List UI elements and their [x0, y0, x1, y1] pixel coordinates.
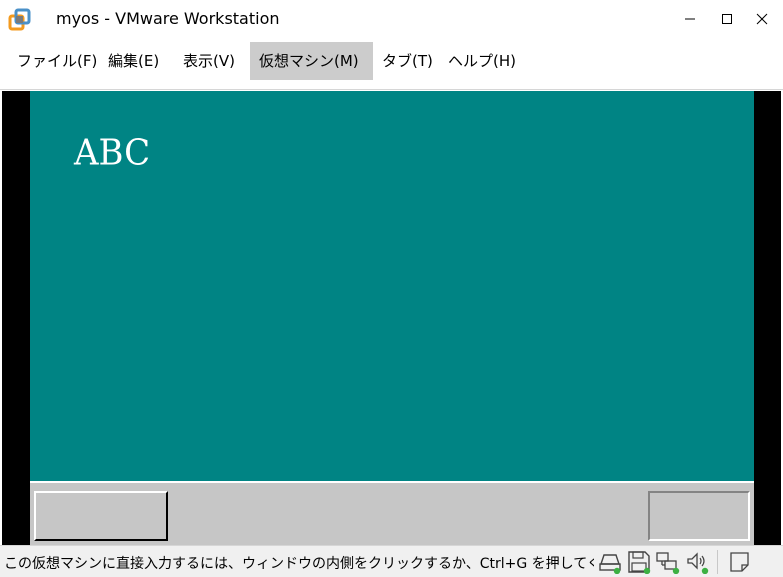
window-title: myos - VMware Workstation: [56, 9, 280, 28]
menu-edit[interactable]: 編集(E): [99, 42, 168, 80]
vm-start-button[interactable]: [34, 491, 168, 541]
close-icon: [756, 13, 768, 25]
menu-bar: ファイル(F) 編集(E) 表示(V) 仮想マシン(M) タブ(T) ヘルプ(H…: [0, 38, 783, 90]
status-separator: [717, 550, 718, 574]
vm-screen-text: ABC: [74, 132, 151, 174]
maximize-icon: [722, 14, 732, 24]
vm-tray-box: [648, 491, 750, 541]
notes-icon[interactable]: [727, 550, 753, 574]
status-message: この仮想マシンに直接入力するには、ウィンドウの内側をクリックするか、Ctrl+G…: [4, 556, 594, 572]
minimize-icon: [685, 18, 695, 20]
vm-desktop[interactable]: ABC: [30, 91, 754, 481]
menu-tab[interactable]: タブ(T): [373, 42, 442, 80]
vm-display[interactable]: ABC: [2, 91, 781, 545]
sound-icon[interactable]: [685, 550, 711, 574]
vm-taskbar: [30, 481, 754, 545]
menu-view[interactable]: 表示(V): [174, 42, 244, 80]
vmware-logo-icon: [8, 8, 31, 31]
status-bar: この仮想マシンに直接入力するには、ウィンドウの内側をクリックするか、Ctrl+G…: [0, 545, 783, 577]
menu-help[interactable]: ヘルプ(H): [439, 42, 525, 80]
minimize-button[interactable]: [669, 0, 711, 38]
menu-file[interactable]: ファイル(F): [8, 42, 106, 80]
close-button[interactable]: [741, 0, 783, 38]
menu-vm[interactable]: 仮想マシン(M): [250, 42, 373, 80]
title-bar: myos - VMware Workstation: [0, 0, 783, 38]
floppy-disk-icon[interactable]: [626, 550, 652, 574]
hard-disk-icon[interactable]: [597, 550, 623, 574]
network-icon[interactable]: [655, 550, 681, 574]
